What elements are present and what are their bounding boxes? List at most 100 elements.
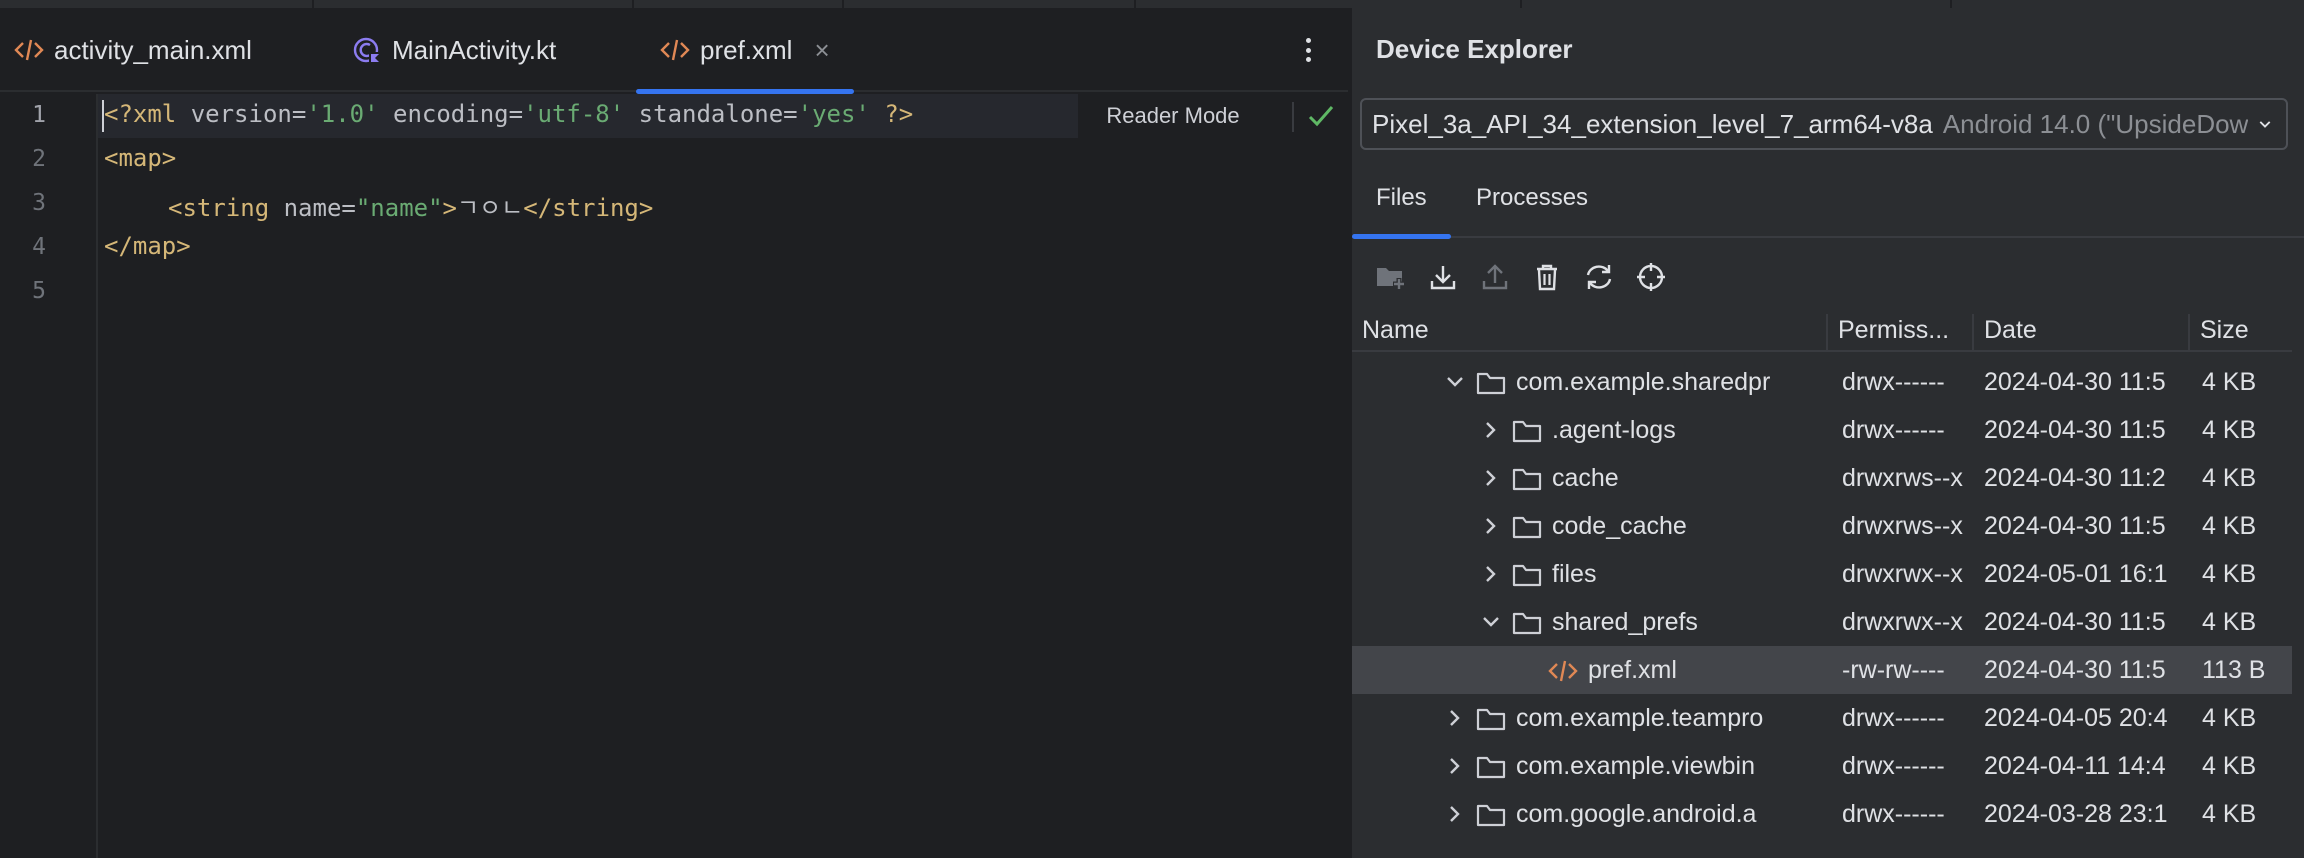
- chevron-right-icon[interactable]: [1480, 516, 1502, 536]
- chevron-right-icon[interactable]: [1444, 708, 1466, 728]
- name-cell: com.google.android.a: [1352, 790, 1834, 838]
- upload-icon[interactable]: [1478, 260, 1512, 294]
- code-line-2: <map>: [104, 144, 176, 172]
- reader-mode-button[interactable]: Reader Mode: [1078, 94, 1268, 138]
- locate-icon[interactable]: [1634, 260, 1668, 294]
- file-tree-table: ‾ ‾ com.example.sharedpr drwx------ 2024-0…: [1352, 354, 2292, 858]
- top-strip-divider: [1950, 0, 1952, 8]
- folder-row[interactable]: files drwxrwx--x 2024-05-01 16:1 4 KB: [1352, 550, 2292, 598]
- tab-activity-main[interactable]: activity_main.xml: [14, 8, 252, 92]
- line-number: 5: [32, 278, 46, 304]
- tab-label: activity_main.xml: [54, 34, 252, 65]
- folder-row[interactable]: shared_prefs drwxrwx--x 2024-04-30 11:5 4 K…: [1352, 598, 2292, 646]
- vertical-scrollbar[interactable]: [2292, 354, 2304, 858]
- folder-row[interactable]: .agent-logs drwx------ 2024-04-30 11:5 4 KB: [1352, 406, 2292, 454]
- size-cell: 4 KB: [2202, 800, 2257, 828]
- tab-main-activity[interactable]: MainActivity.kt: [352, 8, 556, 92]
- code-editor: activity_main.xml MainActivity.kt pref.x…: [0, 8, 1348, 858]
- date-cell: 2024-04-30 11:5: [1984, 512, 2166, 540]
- date-cell: 2024-04-30 11:5: [1984, 368, 2166, 396]
- code-line-3: <string name="name">ㄱㅇㄴ</string>: [168, 188, 653, 223]
- column-header-size[interactable]: Size: [2190, 308, 2292, 352]
- code-string: "name": [355, 194, 443, 222]
- line-number: 4: [32, 234, 46, 260]
- folder-icon: [1476, 756, 1506, 779]
- file-name: com.google.android.a: [1516, 800, 1757, 828]
- tab-files[interactable]: Files: [1352, 184, 1451, 239]
- folder-row[interactable]: code_cache drwxrws--x 2024-04-30 11:5 4 KB: [1352, 502, 2292, 550]
- more-options-icon[interactable]: [1296, 32, 1320, 68]
- name-cell: com.example.teampro: [1352, 694, 1834, 742]
- tab-pref-xml[interactable]: pref.xml ×: [636, 8, 854, 94]
- chevron-right-icon[interactable]: [1480, 564, 1502, 584]
- code-string: 'yes': [797, 100, 870, 128]
- chevron-right-icon[interactable]: [1480, 468, 1502, 488]
- code-attribute: version: [190, 100, 292, 128]
- chevron-right-icon[interactable]: [1480, 420, 1502, 440]
- chevron-right-icon[interactable]: [1444, 756, 1466, 776]
- column-header-date[interactable]: Date: [1974, 308, 2188, 352]
- size-cell: 4 KB: [2202, 416, 2257, 444]
- code-area[interactable]: 1 2 3 4 5 <?xml version='1.0' encoding='…: [0, 94, 1348, 858]
- chevron-down-icon[interactable]: [1444, 372, 1466, 392]
- permissions-cell: drwxrws--x: [1842, 512, 1963, 540]
- folder-icon: [1476, 372, 1506, 395]
- device-selector-dropdown[interactable]: Pixel_3a_API_34_extension_level_7_arm64-…: [1360, 98, 2288, 150]
- size-cell: 113 B: [2202, 656, 2266, 684]
- folder-row[interactable]: com.example.teampro drwx------ 2024-04-05 …: [1352, 694, 2292, 742]
- xml-declaration-close: ?>: [869, 100, 914, 128]
- xml-file-icon: [14, 39, 44, 61]
- date-cell: 2024-03-28 23:1: [1984, 800, 2168, 828]
- code-tag: >: [442, 194, 457, 222]
- tab-label: Processes: [1476, 184, 1589, 211]
- download-icon[interactable]: [1426, 260, 1460, 294]
- folder-icon: [1476, 804, 1506, 827]
- code-line-1: <?xml version='1.0' encoding='utf-8' sta…: [104, 100, 913, 128]
- file-row[interactable]: pref.xml -rw-rw---- 2024-04-30 11:5 113 B: [1352, 646, 2292, 694]
- delete-icon[interactable]: [1530, 260, 1564, 294]
- close-tab-icon[interactable]: ×: [814, 35, 829, 66]
- tab-label: Files: [1376, 184, 1427, 211]
- tab-label: pref.xml: [700, 34, 793, 65]
- file-name: .agent-logs: [1552, 416, 1676, 444]
- chevron-down-icon[interactable]: [1480, 612, 1502, 632]
- tab-processes[interactable]: Processes: [1476, 184, 1588, 212]
- name-cell: com.example.sharedpr: [1352, 358, 1834, 406]
- permissions-cell: drwxrwx--x: [1842, 560, 1963, 588]
- new-folder-icon[interactable]: [1374, 260, 1408, 294]
- explorer-tabs: Files Processes: [1352, 166, 2304, 239]
- divider: [1292, 102, 1294, 132]
- name-cell: com.example.viewbin: [1352, 742, 1834, 790]
- permissions-cell: drwx------: [1842, 416, 1945, 444]
- tab-label: MainActivity.kt: [392, 34, 557, 65]
- folder-icon: [1476, 708, 1506, 731]
- code-string: '1.0': [306, 100, 379, 128]
- line-number: 3: [32, 190, 46, 216]
- top-strip: [0, 0, 2304, 8]
- folder-row[interactable]: cache drwxrws--x 2024-04-30 11:2 4 KB: [1352, 454, 2292, 502]
- no-problems-check-icon[interactable]: [1306, 102, 1336, 130]
- date-cell: 2024-04-05 20:4: [1984, 704, 2168, 732]
- name-cell: files: [1352, 550, 1834, 598]
- top-strip-divider: [1134, 0, 1136, 8]
- size-cell: 4 KB: [2202, 608, 2257, 636]
- folder-row[interactable]: com.google.android.a drwx------ 2024-03-28…: [1352, 790, 2292, 838]
- code-attribute: encoding: [378, 100, 509, 128]
- device-name: Pixel_3a_API_34_extension_level_7_arm64-…: [1372, 108, 1933, 139]
- column-header-permissions[interactable]: Permiss...: [1828, 308, 1972, 352]
- folder-icon: [1512, 564, 1542, 587]
- file-name: cache: [1552, 464, 1619, 492]
- name-cell: shared_prefs: [1352, 598, 1834, 646]
- sync-icon[interactable]: [1582, 260, 1616, 294]
- line-number: 1: [32, 102, 46, 128]
- xml-file-icon: [660, 39, 690, 61]
- folder-icon: [1512, 612, 1542, 635]
- chevron-right-icon[interactable]: [1444, 804, 1466, 824]
- folder-row[interactable]: com.example.sharedpr drwx------ 2024-04-30…: [1352, 358, 2292, 406]
- folder-row[interactable]: com.example.viewbin drwx------ 2024-04-11 …: [1352, 742, 2292, 790]
- code-equals: =: [291, 100, 307, 128]
- column-header-name[interactable]: Name: [1352, 308, 1824, 352]
- editor-tab-bar: activity_main.xml MainActivity.kt pref.x…: [0, 8, 1348, 94]
- size-cell: 4 KB: [2202, 560, 2257, 588]
- size-cell: 4 KB: [2202, 512, 2257, 540]
